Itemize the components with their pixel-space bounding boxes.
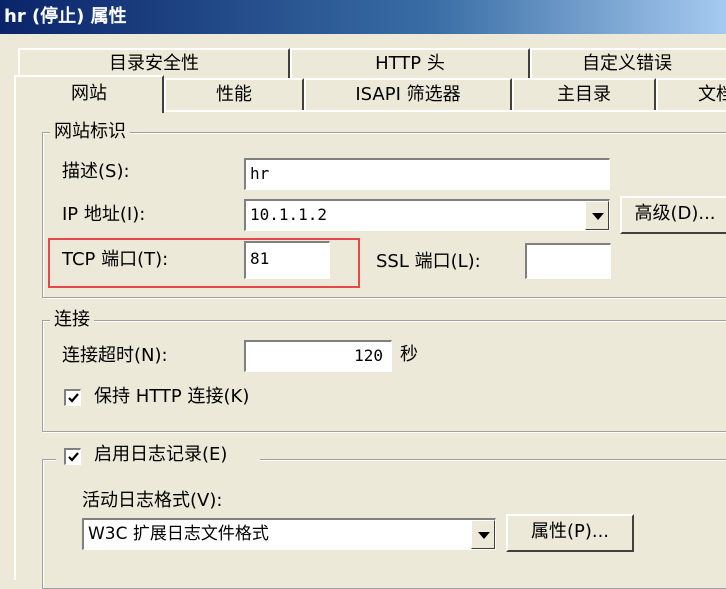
advanced-button[interactable]: 高级(D)... [620,196,726,234]
tab-performance[interactable]: 性能 [164,78,304,110]
tcp-port-input[interactable]: 81 [244,241,330,279]
ip-address-dropdown[interactable]: 10.1.1.2 [244,199,610,231]
tab-website[interactable]: 网站 [14,75,164,113]
chevron-down-icon[interactable] [585,201,609,230]
enable-logging-checkbox[interactable] [64,448,81,465]
log-format-dropdown[interactable]: W3C 扩展日志文件格式 [82,518,496,550]
chevron-down-icon[interactable] [471,520,495,549]
ssl-port-label: SSL 端口(L): [376,251,481,272]
check-icon [68,452,79,462]
tab-directory-security[interactable]: 目录安全性 [18,48,290,78]
tab-custom-errors[interactable]: 自定义错误 [530,48,726,78]
keepalive-label: 保持 HTTP 连接(K) [94,386,250,407]
log-format-value: W3C 扩展日志文件格式 [88,524,269,544]
timeout-unit-label: 秒 [400,344,418,365]
keepalive-checkbox[interactable] [64,389,81,406]
tcp-port-label: TCP 端口(T): [62,249,169,270]
log-properties-button[interactable]: 属性(P)... [506,514,634,552]
ip-address-label: IP 地址(I): [62,204,146,225]
tab-http-headers[interactable]: HTTP 头 [290,48,530,78]
check-icon [68,393,79,403]
window-title: hr (停止) 属性 [0,0,726,34]
log-format-label: 活动日志格式(V): [82,490,223,511]
ssl-port-input[interactable] [525,243,611,279]
connections-legend: 连接 [50,309,94,331]
ip-address-value: 10.1.1.2 [250,205,328,224]
tab-isapi-filters[interactable]: ISAPI 筛选器 [304,78,512,110]
description-input[interactable]: hr [244,158,610,190]
site-identification-legend: 网站标识 [50,121,130,143]
connections-group [42,320,726,432]
description-label: 描述(S): [62,161,130,182]
tab-documents[interactable]: 文档 [656,78,726,110]
enable-logging-label: 启用日志记录(E) [94,443,228,467]
connection-timeout-label: 连接超时(N): [62,345,168,366]
connection-timeout-input[interactable]: 120 [244,340,392,372]
tab-home-directory[interactable]: 主目录 [512,78,656,110]
